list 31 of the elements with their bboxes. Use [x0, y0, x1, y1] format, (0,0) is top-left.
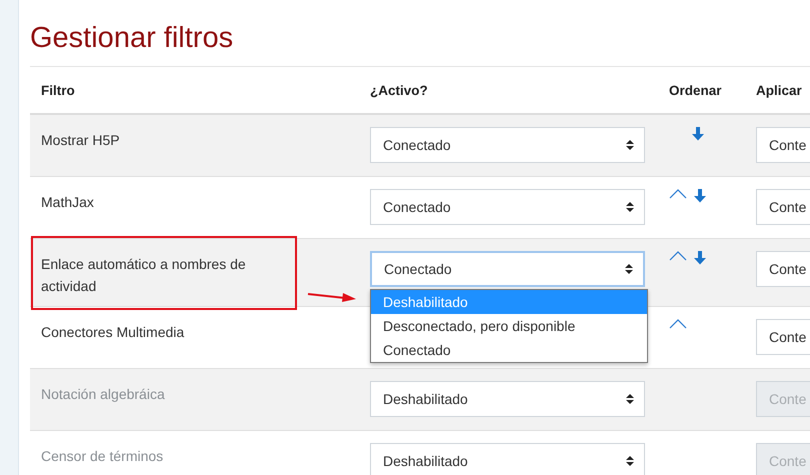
column-header: Ordenar — [668, 82, 723, 98]
status-select[interactable]: Conectado — [370, 251, 645, 287]
column-header: Aplicar — [755, 82, 803, 98]
sort-icon — [626, 139, 634, 151]
apply-select[interactable]: Conte — [756, 127, 810, 163]
apply-select[interactable]: Conte — [756, 251, 810, 287]
filter-name: Enlace automático a nombres de actividad — [40, 255, 247, 296]
apply-select[interactable]: Conte — [756, 189, 810, 225]
chevron-up-icon[interactable] — [669, 319, 687, 329]
page-title: Gestionar filtros — [30, 21, 234, 56]
column-header: ¿Activo? — [369, 82, 429, 98]
status-select[interactable]: Conectado — [370, 189, 645, 225]
down-arrow-icon[interactable] — [693, 251, 707, 265]
chevron-up-icon[interactable] — [669, 189, 687, 199]
dropdown-option[interactable]: Desconectado, pero disponible — [371, 314, 647, 338]
sort-icon — [625, 263, 633, 275]
chevron-up-icon[interactable] — [669, 251, 687, 261]
filter-name: Censor de términos — [40, 447, 164, 466]
filter-name: Notación algebráica — [40, 385, 166, 404]
sort-icon — [626, 455, 634, 467]
filter-name: Mostrar H5P — [40, 131, 121, 150]
status-select[interactable]: Conectado — [370, 127, 645, 163]
sort-icon — [626, 201, 634, 213]
down-arrow-icon[interactable] — [693, 189, 707, 203]
filter-name: Conectores Multimedia — [40, 323, 186, 342]
column-header: Filtro — [40, 82, 76, 98]
sort-icon — [626, 393, 634, 405]
apply-select[interactable]: Conte — [756, 319, 810, 355]
down-arrow-icon[interactable] — [691, 127, 705, 141]
filter-name: MathJax — [40, 193, 95, 212]
dropdown-option[interactable]: Conectado — [371, 338, 647, 362]
